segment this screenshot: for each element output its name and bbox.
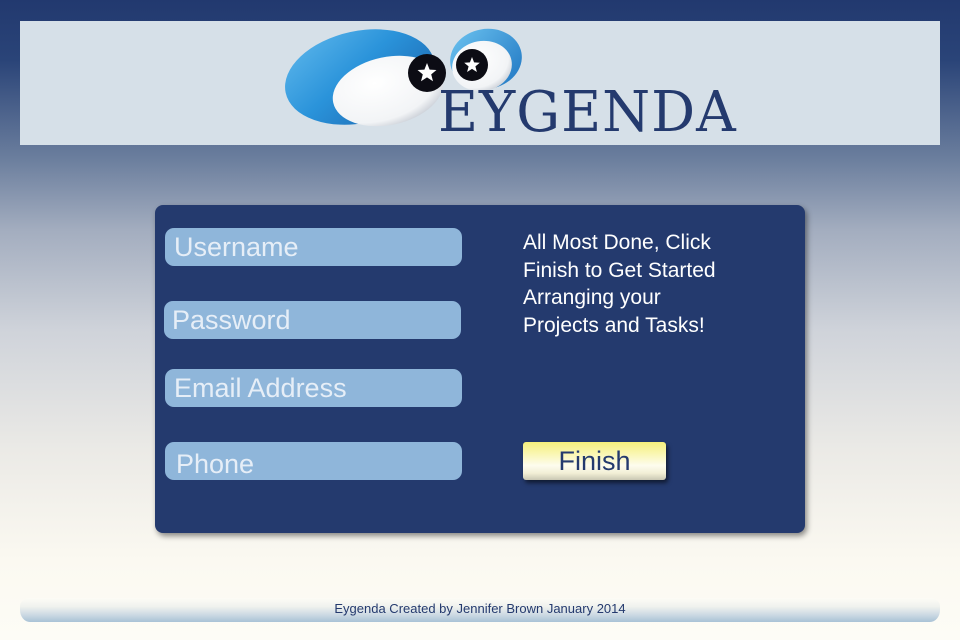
header-banner: EYGENDA — [20, 21, 940, 145]
password-input[interactable] — [164, 301, 461, 339]
phone-input[interactable] — [165, 442, 462, 480]
brand-name: EYGENDA — [438, 80, 737, 145]
footer-bar: Eygenda Created by Jennifer Brown Januar… — [20, 598, 940, 622]
email-input[interactable] — [165, 369, 462, 407]
logo: EYGENDA — [282, 21, 736, 145]
username-input[interactable] — [165, 228, 462, 266]
finish-button[interactable]: Finish — [523, 442, 666, 480]
completion-message: All Most Done, Click Finish to Get Start… — [523, 231, 716, 337]
signup-panel: All Most Done, Click Finish to Get Start… — [155, 205, 805, 533]
footer-credit: Eygenda Created by Jennifer Brown Januar… — [334, 601, 626, 616]
